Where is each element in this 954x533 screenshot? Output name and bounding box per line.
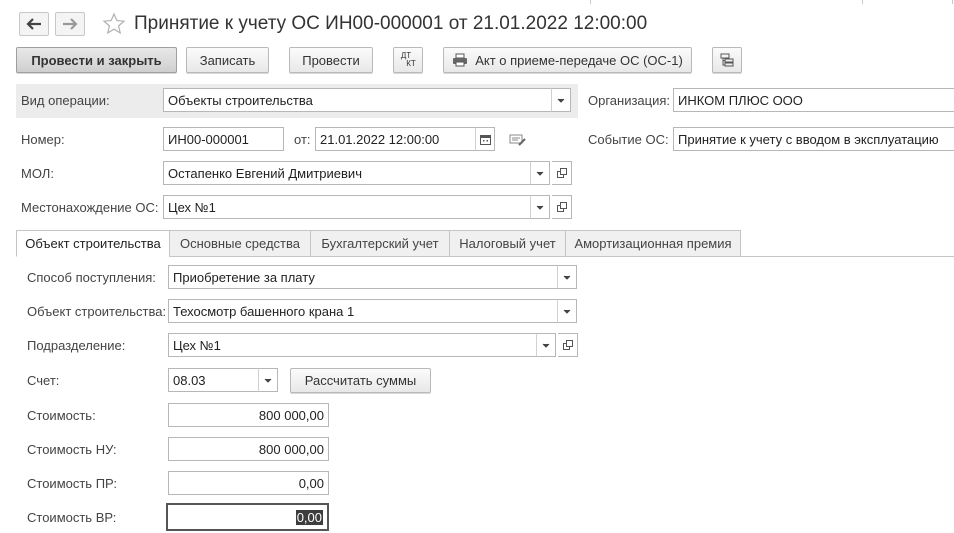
location-open-button[interactable] [552,195,572,219]
object-label: Объект строительства: [27,304,167,319]
calculate-sums-button[interactable]: Рассчитать суммы [290,368,431,393]
cost-pr-field[interactable]: 0,00 [168,471,329,495]
cost-vr-label: Стоимость ВР: [27,510,117,525]
cost-label: Стоимость: [27,408,96,423]
tab-accounting[interactable]: Бухгалтерский учет [310,230,450,257]
tab-construction-object[interactable]: Объект строительства [16,230,170,257]
save-button[interactable]: Записать [186,47,269,73]
back-button[interactable] [19,12,49,36]
divider [590,0,591,4]
star-icon [102,12,126,35]
chevron-down-icon [563,275,571,280]
method-label: Способ поступления: [27,270,156,285]
page-title: Принятие к учету ОС ИН00-000001 от 21.01… [134,13,648,34]
location-field[interactable]: Цех №1 [163,195,531,219]
mol-dropdown-button[interactable] [530,161,550,185]
date-label: от: [294,132,311,147]
tab-tax-accounting[interactable]: Налоговый учет [449,230,566,257]
divider [862,0,863,4]
structure-button[interactable] [712,47,742,73]
mol-label: МОЛ: [21,166,54,181]
object-dropdown-button[interactable] [557,299,577,323]
number-label: Номер: [21,132,65,147]
mol-open-button[interactable] [552,161,572,185]
organization-label: Организация: [588,93,671,108]
arrow-right-icon [63,18,78,30]
kt-label: КТ [406,59,416,68]
account-dropdown-button[interactable] [258,368,278,392]
method-select[interactable]: Приобретение за плату [168,265,558,289]
divider [952,0,953,4]
calendar-button[interactable] [475,127,495,151]
arrow-left-icon [26,18,41,30]
open-link-icon [556,202,567,212]
cost-nu-label: Стоимость НУ: [27,442,117,457]
division-dropdown-button[interactable] [536,333,556,357]
dt-kt-button[interactable]: ДТ КТ [393,47,423,73]
post-and-close-button[interactable]: Провести и закрыть [16,47,177,73]
cost-pr-label: Стоимость ПР: [27,476,118,491]
event-field[interactable]: Принятие к учету с вводом в эксплуатацию [673,127,954,151]
cost-vr-field[interactable]: 0,00 [166,503,329,531]
chevron-down-icon [536,171,544,176]
comment-edit-icon [509,134,526,146]
tab-fixed-assets[interactable]: Основные средства [169,230,311,257]
forward-button[interactable] [55,12,85,36]
location-label: Местонахождение ОС: [21,200,159,215]
division-label: Подразделение: [27,338,126,353]
open-link-icon [556,168,567,178]
mol-field[interactable]: Остапенко Евгений Дмитриевич [163,161,531,185]
post-button[interactable]: Провести [289,47,373,73]
structure-icon [720,53,734,67]
division-field[interactable]: Цех №1 [168,333,537,357]
chevron-down-icon [563,309,571,314]
event-label: Событие ОС: [588,132,669,147]
print-act-button[interactable]: Акт о приеме-передаче ОС (ОС-1) [443,47,692,73]
cost-vr-value: 0,00 [295,509,323,525]
print-act-label: Акт о приеме-передаче ОС (ОС-1) [475,52,683,68]
account-label: Счет: [27,373,60,388]
method-dropdown-button[interactable] [557,265,577,289]
favorite-button[interactable] [101,11,127,37]
cost-nu-field[interactable]: 800 000,00 [168,437,329,461]
chevron-down-icon [264,378,272,383]
tab-depreciation-bonus[interactable]: Амортизационная премия [565,230,741,257]
number-field[interactable]: ИН00-000001 [163,127,284,151]
object-field[interactable]: Техосмотр башенного крана 1 [168,299,558,323]
open-link-icon [562,340,573,350]
account-field[interactable]: 08.03 [168,368,259,392]
operation-dropdown-button[interactable] [551,88,571,112]
operation-label: Вид операции: [21,93,110,108]
chevron-down-icon [536,205,544,210]
window-top-edge [0,0,954,4]
calendar-icon [479,134,491,145]
chevron-down-icon [542,343,550,348]
organization-field[interactable]: ИНКОМ ПЛЮС ООО [673,88,954,112]
printer-icon [453,53,468,67]
location-dropdown-button[interactable] [530,195,550,219]
division-open-button[interactable] [558,333,578,357]
comment-button[interactable] [509,133,527,147]
chevron-down-icon [557,98,565,103]
date-field[interactable]: 21.01.2022 12:00:00 [315,127,476,151]
cost-field[interactable]: 800 000,00 [168,403,329,427]
operation-select[interactable]: Объекты строительства [163,88,552,112]
